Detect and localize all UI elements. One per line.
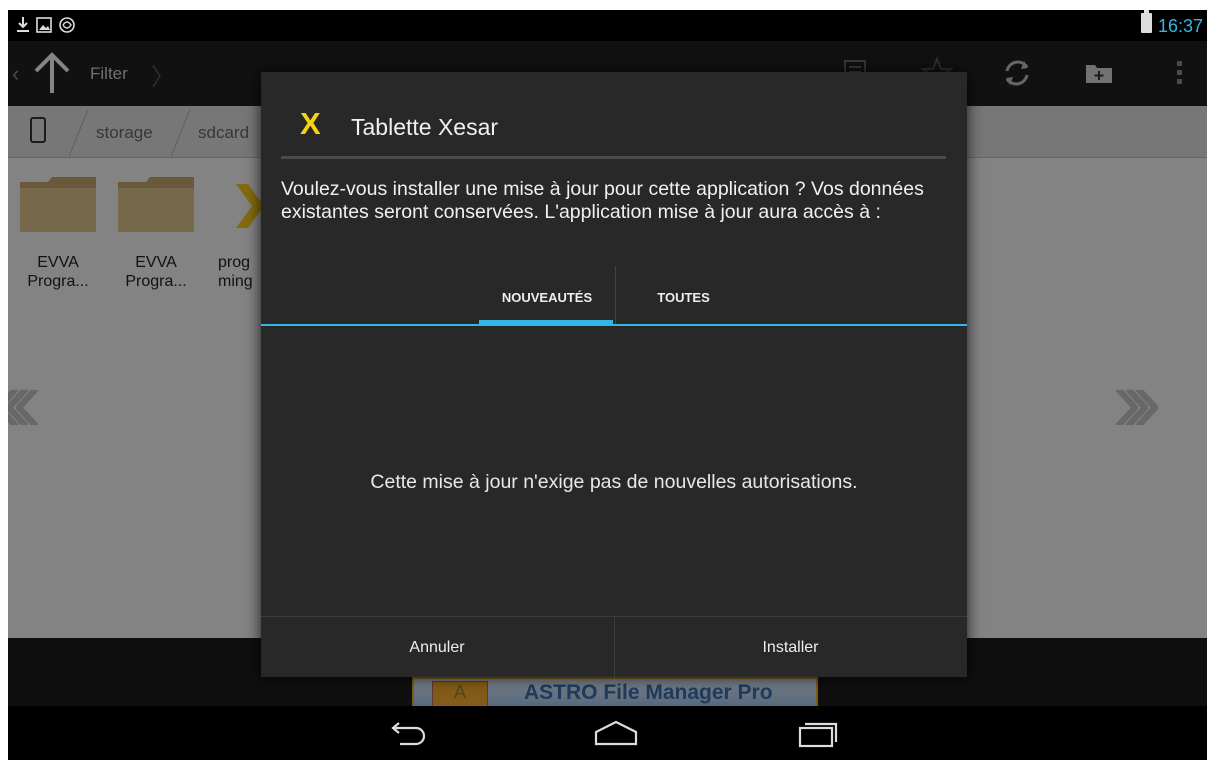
dialog-title: Tablette Xesar bbox=[351, 114, 499, 140]
android-screen: 16:37 ‹ Filter 〉 storage sdcard EVVA Pro… bbox=[8, 10, 1207, 760]
install-update-dialog: X Tablette Xesar Voulez-vous installer u… bbox=[261, 72, 967, 677]
navigation-bar bbox=[8, 706, 1207, 760]
dialog-message: Voulez-vous installer une mise à jour po… bbox=[281, 178, 924, 223]
home-icon[interactable] bbox=[586, 714, 646, 754]
tabs-underline bbox=[261, 324, 967, 326]
image-icon bbox=[36, 17, 52, 33]
cancel-button[interactable]: Annuler bbox=[261, 617, 613, 677]
install-button[interactable]: Installer bbox=[614, 617, 966, 677]
permission-tabs: NOUVEAUTÉS TOUTES bbox=[261, 266, 967, 326]
no-permissions-text: Cette mise à jour n'exige pas de nouvell… bbox=[370, 471, 858, 493]
status-bar: 16:37 bbox=[8, 10, 1207, 41]
download-icon bbox=[17, 17, 29, 32]
recents-icon[interactable] bbox=[788, 714, 848, 754]
dialog-button-bar: Annuler Installer bbox=[261, 616, 967, 677]
status-clock: 16:37 bbox=[1158, 16, 1204, 36]
tab-nouveautes[interactable]: NOUVEAUTÉS bbox=[479, 266, 615, 324]
xesar-app-icon: X bbox=[300, 106, 321, 141]
back-icon[interactable] bbox=[378, 714, 438, 754]
sync-icon bbox=[59, 17, 75, 33]
battery-icon bbox=[1141, 10, 1152, 33]
title-divider bbox=[281, 156, 946, 159]
tab-toutes[interactable]: TOUTES bbox=[615, 266, 751, 324]
